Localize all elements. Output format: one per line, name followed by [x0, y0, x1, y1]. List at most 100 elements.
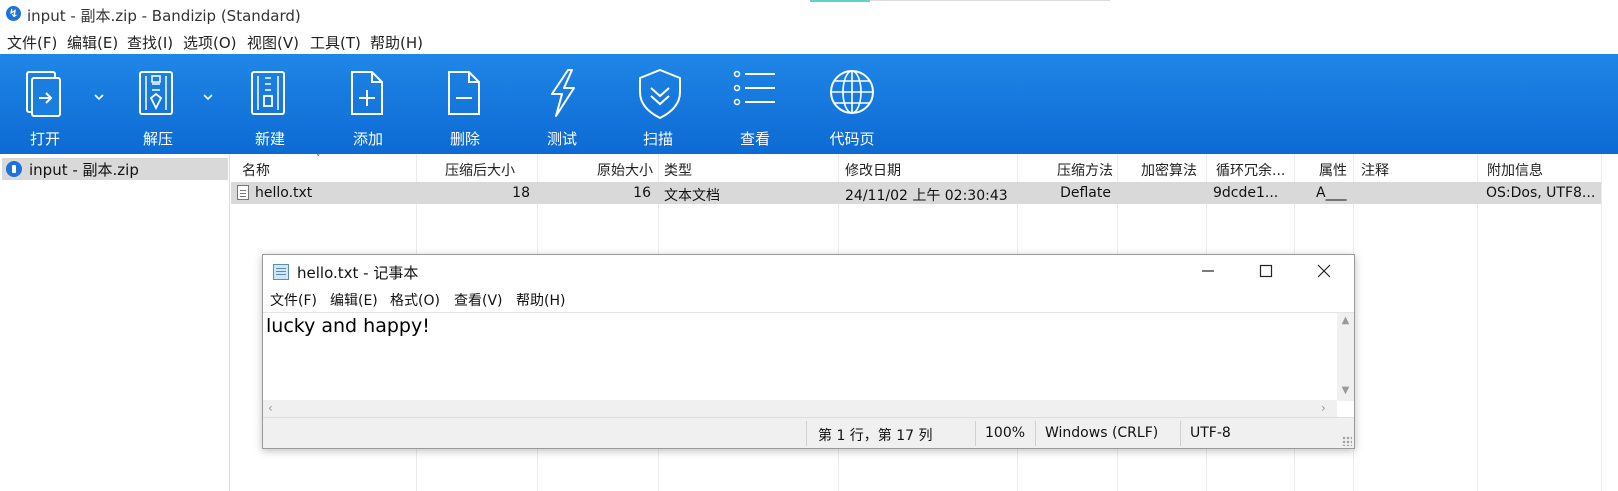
file-type: 文本文档	[664, 188, 720, 204]
status-separator	[1180, 421, 1181, 446]
scroll-up-arrow-icon[interactable]: ▲	[1337, 315, 1354, 326]
delete-file-icon	[448, 71, 480, 115]
column-header-encryption[interactable]: 加密算法	[1141, 160, 1197, 180]
column-separator	[1477, 154, 1478, 491]
status-separator	[806, 421, 807, 446]
column-header-modified[interactable]: 修改日期	[845, 160, 901, 180]
toolbar-scan-button[interactable]: 扫描	[608, 54, 708, 154]
file-extra: OS:Dos, UTF8...	[1486, 185, 1596, 201]
toolbar-delete-button[interactable]: 删除	[415, 54, 515, 154]
column-header-type[interactable]: 类型	[664, 160, 692, 180]
column-header-extra[interactable]: 附加信息	[1487, 160, 1543, 180]
notepad-menu-view[interactable]: 查看(V)	[454, 290, 503, 310]
file-attributes: A___	[1316, 185, 1347, 201]
notepad-menu-file[interactable]: 文件(F)	[270, 290, 317, 310]
maximize-button[interactable]	[1237, 255, 1295, 287]
status-line-ending: Windows (CRLF)	[1045, 425, 1159, 441]
add-file-icon	[351, 71, 383, 115]
file-modified: 24/11/02 上午 02:30:43	[845, 188, 1008, 204]
zip-archive-icon	[6, 161, 22, 177]
menu-help[interactable]: 帮助(H)	[370, 32, 423, 53]
toolbar-codepage-button[interactable]: 代码页	[802, 54, 902, 154]
toolbar-add-button[interactable]: 添加	[318, 54, 418, 154]
minimize-icon	[1202, 270, 1214, 272]
column-header-attributes[interactable]: 属性	[1319, 160, 1347, 180]
file-name: hello.txt	[255, 185, 313, 201]
file-row[interactable]: hello.txt 18 16 文本文档 24/11/02 上午 02:30:4…	[231, 182, 1601, 204]
test-icon	[551, 69, 575, 117]
column-separator	[1601, 154, 1602, 491]
tree-item-label: input - 副本.zip	[29, 161, 139, 179]
notepad-menu-edit[interactable]: 编辑(E)	[330, 290, 378, 310]
notepad-title: hello.txt - 记事本	[297, 264, 419, 282]
close-icon	[1317, 264, 1331, 278]
open-dropdown-chevron-icon[interactable]	[92, 90, 106, 104]
toolbar-view-label: 查看	[739, 130, 770, 148]
notepad-menu-bar: 文件(F) 编辑(E) 格式(O) 查看(V) 帮助(H)	[263, 287, 1354, 311]
notepad-title-bar: hello.txt - 记事本	[263, 255, 1354, 287]
sort-indicator-icon: ˅	[316, 154, 321, 164]
horizontal-scrollbar[interactable]: ‹ ›	[263, 400, 1337, 417]
toolbar-new-button[interactable]: 新建	[220, 54, 320, 154]
text-file-icon	[237, 185, 249, 200]
scroll-down-arrow-icon[interactable]: ▼	[1337, 385, 1354, 396]
vertical-scrollbar[interactable]: ▲ ▼	[1337, 313, 1354, 401]
app-title-bar: ↯ input - 副本.zip - Bandizip (Standard)	[0, 0, 1618, 30]
scan-shield-icon	[639, 68, 681, 120]
new-archive-icon	[251, 71, 285, 115]
column-header-crc[interactable]: 循环冗余...	[1216, 160, 1285, 180]
file-original-size: 16	[633, 185, 651, 201]
menu-view[interactable]: 视图(V)	[247, 32, 299, 53]
file-method: Deflate	[1060, 185, 1111, 201]
column-header-original-size[interactable]: 原始大小	[597, 160, 653, 180]
notepad-text-area[interactable]: lucky and happy! ▲ ▼	[263, 312, 1354, 401]
notepad-status-bar: 第 1 行，第 17 列 100% Windows (CRLF) UTF-8	[263, 417, 1354, 448]
toolbar-test-label: 测试	[546, 130, 577, 148]
toolbar: 打开 解压 新建 添加 删除 测试 扫描 查看 代码页	[0, 54, 1618, 154]
status-separator	[1035, 421, 1036, 446]
tree-item-archive[interactable]: input - 副本.zip	[2, 158, 228, 180]
notepad-menu-help[interactable]: 帮助(H)	[516, 290, 565, 310]
menu-find[interactable]: 查找(I)	[127, 32, 173, 53]
toolbar-scan-label: 扫描	[642, 130, 673, 148]
toolbar-open-button[interactable]: 打开	[0, 54, 95, 154]
menu-options[interactable]: 选项(O)	[183, 32, 237, 53]
scroll-left-arrow-icon[interactable]: ‹	[268, 401, 273, 415]
status-encoding: UTF-8	[1190, 425, 1231, 441]
resize-grip-icon[interactable]	[1342, 436, 1352, 446]
notepad-content: lucky and happy!	[266, 315, 430, 337]
menu-tools[interactable]: 工具(T)	[310, 32, 361, 53]
maximize-icon	[1259, 264, 1273, 278]
toolbar-open-label: 打开	[29, 130, 60, 148]
title-accent-line	[810, 0, 870, 2]
scroll-right-arrow-icon[interactable]: ›	[1321, 401, 1326, 415]
window-title: input - 副本.zip - Bandizip (Standard)	[27, 7, 301, 25]
column-header-method[interactable]: 压缩方法	[1057, 160, 1113, 180]
menu-bar: 文件(F) 编辑(E) 查找(I) 选项(O) 视图(V) 工具(T) 帮助(H…	[0, 30, 1618, 54]
close-button[interactable]	[1295, 255, 1353, 287]
open-icon	[26, 71, 61, 117]
column-header-name[interactable]: 名称	[242, 160, 270, 180]
minimize-button[interactable]	[1179, 255, 1237, 287]
toolbar-codepage-label: 代码页	[829, 130, 875, 148]
codepage-globe-icon	[830, 70, 874, 114]
status-cursor-position: 第 1 行，第 17 列	[818, 428, 933, 444]
toolbar-test-button[interactable]: 测试	[512, 54, 612, 154]
menu-file[interactable]: 文件(F)	[7, 32, 57, 53]
bandizip-logo-icon: ↯	[6, 6, 21, 21]
extract-dropdown-chevron-icon[interactable]	[201, 90, 215, 104]
notepad-menu-format[interactable]: 格式(O)	[390, 290, 440, 310]
view-list-icon	[733, 70, 775, 106]
toolbar-extract-label: 解压	[142, 130, 173, 148]
menu-edit[interactable]: 编辑(E)	[67, 32, 118, 53]
column-header-packed-size[interactable]: 压缩后大小	[445, 160, 515, 180]
file-packed-size: 18	[512, 185, 530, 201]
archive-tree-panel: input - 副本.zip	[0, 154, 230, 491]
notepad-window: hello.txt - 记事本 文件(F) 编辑(E) 格式(O) 查看(V) …	[262, 254, 1355, 449]
status-separator	[975, 421, 976, 446]
toolbar-extract-button[interactable]: 解压	[108, 54, 208, 154]
toolbar-view-button[interactable]: 查看	[705, 54, 805, 154]
column-header-comment[interactable]: 注释	[1361, 160, 1389, 180]
extract-icon	[139, 71, 173, 115]
title-divider-line	[870, 0, 1110, 1]
